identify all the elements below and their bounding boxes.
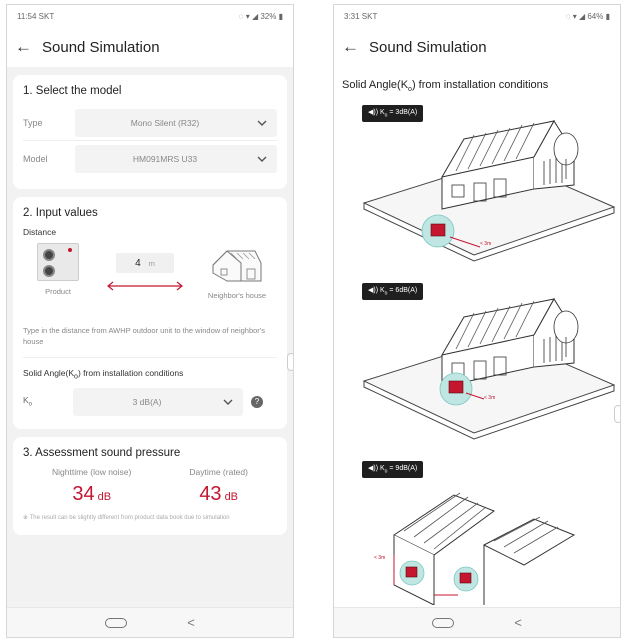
model-select[interactable]: HM091MRS U33 xyxy=(75,145,277,173)
distance-label: Distance xyxy=(23,227,57,237)
neighbor-caption: Neighbor's house xyxy=(207,291,267,300)
back-triangle-icon[interactable]: < xyxy=(514,615,522,630)
ko-6db-illustration: ◀)) Ko = 6dB(A) < 3m xyxy=(334,277,620,455)
status-time: 3:31 SKT xyxy=(344,11,378,21)
distance-label: < 3m xyxy=(374,555,385,561)
page-title: Sound Simulation xyxy=(42,38,160,56)
app-bar: ← Sound Simulation xyxy=(334,27,620,67)
select-model-heading: 1. Select the model xyxy=(23,85,122,97)
nighttime-result: Nighttime (low noise) 34 dB xyxy=(52,467,131,506)
house-scene: < 3m xyxy=(374,492,576,606)
type-label: Type xyxy=(23,117,43,128)
model-value: HM091MRS U33 xyxy=(132,154,198,164)
ko-value: 3 dB(A) xyxy=(132,396,162,407)
daytime-value: 43 xyxy=(199,482,222,505)
assessment-heading: 3. Assessment sound pressure xyxy=(23,446,181,459)
nighttime-value: 34 xyxy=(72,482,95,505)
product-illustration: Product xyxy=(23,243,93,296)
model-label: Model xyxy=(23,154,48,164)
status-icons: ◌ ▾ ◢ 64% ▮ xyxy=(565,11,610,21)
side-drawer-handle[interactable] xyxy=(287,353,293,371)
input-values-card: 2. Input values Distance Product 4 m Nei… xyxy=(13,197,287,429)
select-model-card: 1. Select the model Type Mono Silent (R3… xyxy=(13,75,287,189)
status-icons: ◌ ▾ ◢ 32% ▮ xyxy=(238,11,283,21)
chevron-down-icon xyxy=(257,156,267,162)
distance-unit: m xyxy=(148,258,155,268)
daytime-result: Daytime (rated) 43 dB xyxy=(189,467,248,506)
system-nav-bar: < xyxy=(334,607,620,637)
house-scene: < 3m xyxy=(362,298,616,440)
daytime-caption: Daytime (rated) xyxy=(189,466,248,477)
system-nav-bar: < xyxy=(7,607,293,637)
status-bar: 3:31 SKT ◌ ▾ ◢ 64% ▮ xyxy=(334,5,620,27)
input-values-heading: 2. Input values xyxy=(23,207,98,219)
house-icon xyxy=(212,250,262,282)
app-bar: ← Sound Simulation xyxy=(7,27,293,67)
double-arrow-icon xyxy=(107,281,183,291)
neighbor-house-illustration: Neighbor's house xyxy=(197,243,277,300)
back-triangle-icon[interactable]: < xyxy=(187,615,195,630)
nighttime-unit: dB xyxy=(97,490,112,503)
side-drawer-handle[interactable] xyxy=(614,405,620,423)
ko-row: Ko 3 dB(A) ? xyxy=(23,387,277,417)
home-pill-icon[interactable] xyxy=(105,617,128,628)
ko-label: Ko xyxy=(23,395,33,409)
result-note: ※ The result can be slightly different f… xyxy=(23,514,230,521)
model-row: Model HM091MRS U33 xyxy=(23,141,277,177)
ko-select[interactable]: 3 dB(A) xyxy=(73,387,243,416)
status-time: 11:54 SKT xyxy=(17,11,55,21)
phone-left-screen: 11:54 SKT ◌ ▾ ◢ 32% ▮ ← Sound Simulation… xyxy=(6,4,294,638)
distance-row: Product 4 m Neighbor's house xyxy=(23,243,277,317)
house-scene: < 3m xyxy=(362,120,616,262)
distance-hint: Type in the distance from AWHP outdoor u… xyxy=(23,325,277,358)
chevron-down-icon xyxy=(257,120,267,126)
product-caption: Product xyxy=(45,287,71,296)
help-icon[interactable]: ? xyxy=(251,395,263,408)
type-select[interactable]: Mono Silent (R32) xyxy=(75,108,277,137)
distance-input-group: 4 m xyxy=(93,243,197,291)
back-arrow-icon[interactable]: ← xyxy=(342,37,359,57)
assessment-card: 3. Assessment sound pressure Nighttime (… xyxy=(13,436,287,535)
solid-angle-title: Solid Angle(Ko) from installation condit… xyxy=(23,368,184,381)
distance-label: < 3m xyxy=(480,241,491,247)
home-pill-icon[interactable] xyxy=(432,617,455,628)
ko-3db-illustration: ◀)) Ko = 3dB(A) < 3m xyxy=(334,99,620,277)
phone-right-screen: 3:31 SKT ◌ ▾ ◢ 64% ▮ ← Sound Simulation … xyxy=(333,4,621,638)
ko-9db-illustration: ◀)) Ko = 9dB(A) < 3m xyxy=(334,455,620,606)
distance-input[interactable]: 4 m xyxy=(116,253,174,273)
back-arrow-icon[interactable]: ← xyxy=(15,37,32,57)
outdoor-unit-icon xyxy=(37,243,79,281)
distance-label: < 3m xyxy=(484,395,495,401)
assessment-results: Nighttime (low noise) 34 dB Daytime (rate… xyxy=(23,467,277,506)
nighttime-caption: Nighttime (low noise) xyxy=(52,466,132,477)
type-value: Mono Silent (R32) xyxy=(130,117,200,128)
chevron-down-icon xyxy=(223,399,233,405)
daytime-unit: dB xyxy=(224,490,239,503)
status-bar: 11:54 SKT ◌ ▾ ◢ 32% ▮ xyxy=(7,5,293,27)
solid-angle-heading: Solid Angle(Ko) from installation condit… xyxy=(342,79,549,94)
page-title: Sound Simulation xyxy=(369,38,487,56)
type-row: Type Mono Silent (R32) xyxy=(23,105,277,141)
distance-value: 4 xyxy=(135,257,141,269)
